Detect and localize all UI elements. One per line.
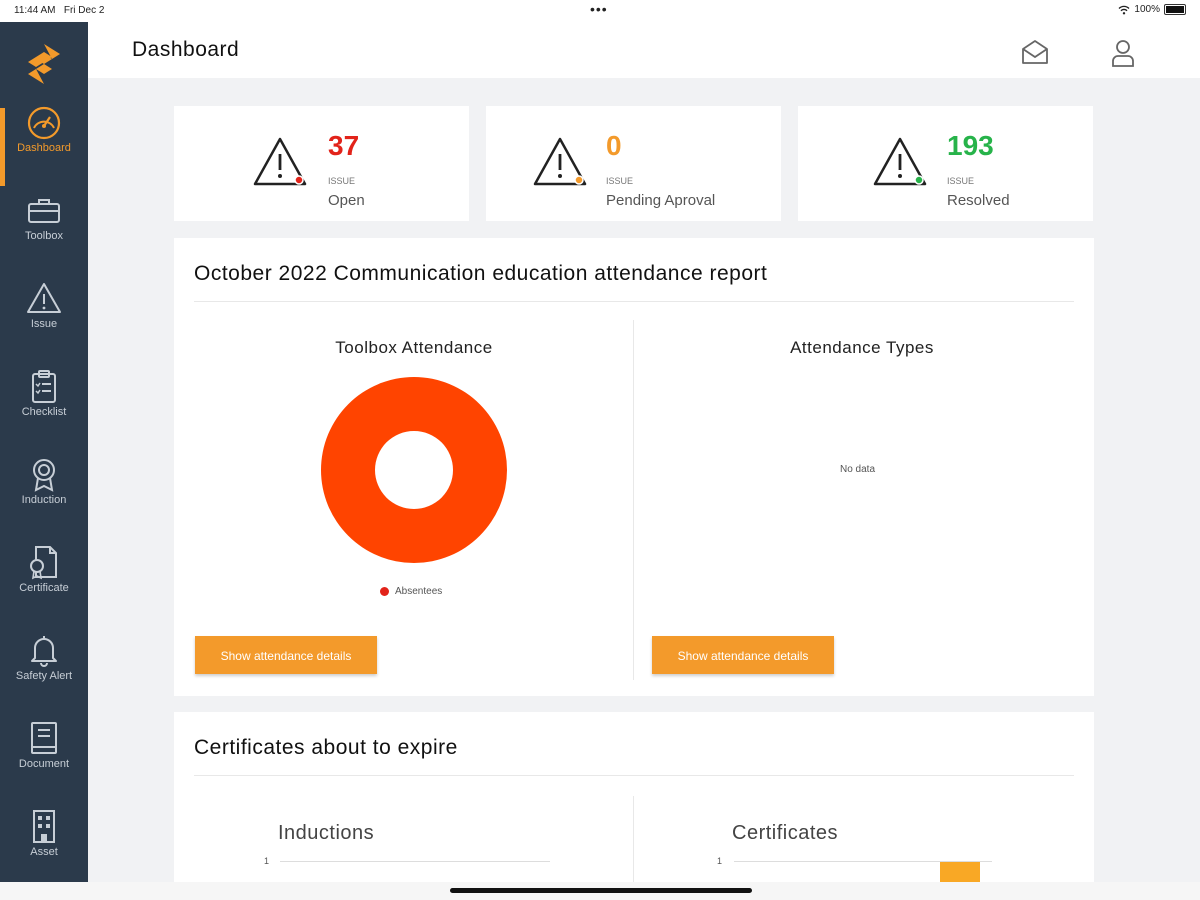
warning-icon: [873, 137, 927, 186]
stat-value: 193: [947, 130, 994, 161]
sidebar-item-dashboard[interactable]: Dashboard: [0, 104, 88, 186]
divider: [633, 796, 634, 886]
warning-icon: [533, 137, 587, 186]
chart-legend: Absentees: [380, 586, 442, 597]
sidebar-item-label: Checklist: [21, 406, 67, 418]
user-icon[interactable]: [1110, 38, 1136, 68]
stat-label: Resolved: [947, 192, 1010, 209]
sidebar-item-induction[interactable]: Induction: [0, 456, 88, 536]
sidebar-item-label: Safety Alert: [15, 670, 73, 682]
stat-caption: ISSUE: [606, 176, 634, 186]
status-dot: [294, 175, 304, 185]
sidebar-item-toolbox[interactable]: Toolbox: [0, 192, 88, 272]
legend-dot: [380, 587, 389, 596]
donut-slice-absentees[interactable]: [321, 377, 507, 563]
status-right: 100%: [1118, 4, 1186, 15]
bell-icon: [31, 636, 57, 667]
stat-caption: ISSUE: [947, 176, 975, 186]
home-indicator[interactable]: [450, 888, 752, 893]
divider: [194, 301, 1074, 302]
sidebar-item-label: Certificate: [19, 582, 69, 594]
building-icon: [33, 810, 55, 843]
toolbox-icon: [28, 199, 60, 223]
app-logo-icon[interactable]: [26, 42, 62, 86]
status-time: 11:44 AM Fri Dec 2: [14, 5, 105, 16]
warning-icon: [253, 137, 307, 186]
attendance-donut-chart[interactable]: [320, 376, 508, 564]
sidebar-item-label: Asset: [30, 846, 58, 858]
chart-bar[interactable]: [940, 862, 980, 884]
sidebar-item-label: Toolbox: [25, 230, 63, 242]
chart-title: Certificates: [732, 822, 839, 844]
section-title: Certificates about to expire: [194, 736, 458, 759]
warning-icon: [27, 283, 61, 313]
page-title: Dashboard: [132, 38, 240, 61]
sidebar-item-label: Induction: [21, 494, 67, 506]
sidebar-item-label: Issue: [30, 318, 58, 330]
stat-card-pending[interactable]: 0 ISSUE Pending Aproval: [486, 106, 781, 221]
no-data-text: No data: [840, 464, 876, 475]
stat-card-open[interactable]: 37 ISSUE Open: [174, 106, 469, 221]
stat-label: Open: [328, 192, 365, 209]
show-attendance-types-details-button[interactable]: Show attendance details: [652, 636, 834, 674]
divider: [633, 320, 634, 680]
mail-icon[interactable]: [1020, 38, 1050, 66]
stat-caption: ISSUE: [328, 176, 356, 186]
sidebar-item-checklist[interactable]: Checklist: [0, 368, 88, 448]
sidebar-item-document[interactable]: Document: [0, 720, 88, 800]
award-icon: [33, 459, 55, 492]
sidebar-item-certificate[interactable]: Certificate: [0, 544, 88, 624]
sidebar-item-label: Document: [18, 758, 70, 770]
certificates-card: Certificates about to expire Inductions …: [174, 712, 1094, 886]
header: Dashboard: [88, 22, 1200, 78]
gauge-icon: [27, 106, 61, 140]
sidebar: Dashboard Toolbox Issue Checklist Induct…: [0, 22, 88, 882]
sidebar-item-safety-alert[interactable]: Safety Alert: [0, 632, 88, 712]
status-dot: [574, 175, 584, 185]
multitask-dots-icon[interactable]: •••: [590, 1, 608, 17]
status-dot: [914, 175, 924, 185]
book-icon: [31, 722, 57, 754]
status-bar: 11:44 AM Fri Dec 2 ••• 100%: [0, 0, 1200, 22]
stat-value: 37: [328, 130, 360, 161]
y-tick-label: 1: [717, 856, 723, 866]
stat-value: 0: [606, 130, 622, 161]
wifi-icon: [1118, 5, 1130, 14]
battery-icon: [1164, 4, 1186, 15]
y-tick-label: 1: [264, 856, 270, 866]
attendance-report-card: October 2022 Communication education att…: [174, 238, 1094, 696]
sidebar-item-asset[interactable]: Asset: [0, 808, 88, 888]
clipboard-icon: [32, 370, 56, 403]
show-attendance-details-button[interactable]: Show attendance details: [195, 636, 377, 674]
certificate-icon: [30, 546, 57, 580]
stat-card-resolved[interactable]: 193 ISSUE Resolved: [798, 106, 1093, 221]
chart-title: Inductions: [278, 822, 375, 844]
sidebar-item-label: Dashboard: [17, 142, 71, 154]
section-title: October 2022 Communication education att…: [194, 262, 768, 285]
chart-title: Attendance Types: [790, 338, 934, 357]
battery-percent: 100%: [1134, 4, 1160, 15]
sidebar-item-issue[interactable]: Issue: [0, 280, 88, 360]
gridline: [280, 861, 550, 862]
legend-label: Absentees: [395, 586, 443, 597]
stat-label: Pending Aproval: [606, 192, 716, 209]
chart-title: Toolbox Attendance: [335, 338, 493, 357]
divider: [194, 775, 1074, 776]
